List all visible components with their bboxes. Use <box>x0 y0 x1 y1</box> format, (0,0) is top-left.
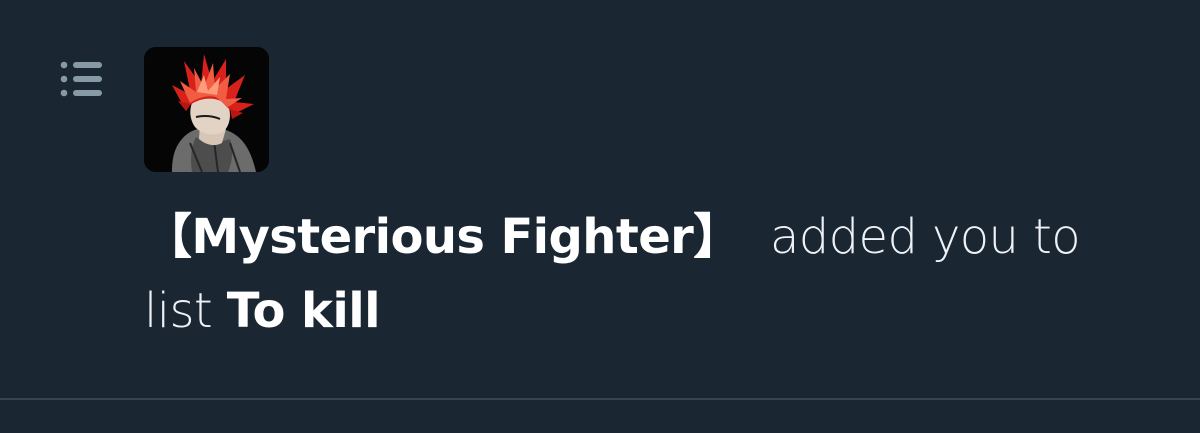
actor-name[interactable]: 【Mysterious Fighter】 <box>144 209 741 265</box>
avatar-image <box>144 47 269 172</box>
avatar[interactable] <box>144 47 269 172</box>
action-text: added you to <box>769 209 1081 265</box>
divider <box>0 398 1200 400</box>
list-icon <box>60 61 102 97</box>
list-added-notification[interactable]: 【Mysterious Fighter】 added you to list To… <box>0 0 1200 398</box>
list-prefix: list <box>144 283 213 339</box>
notification-message: 【Mysterious Fighter】 added you to list To… <box>144 200 1184 348</box>
list-name[interactable]: To kill <box>227 283 381 339</box>
